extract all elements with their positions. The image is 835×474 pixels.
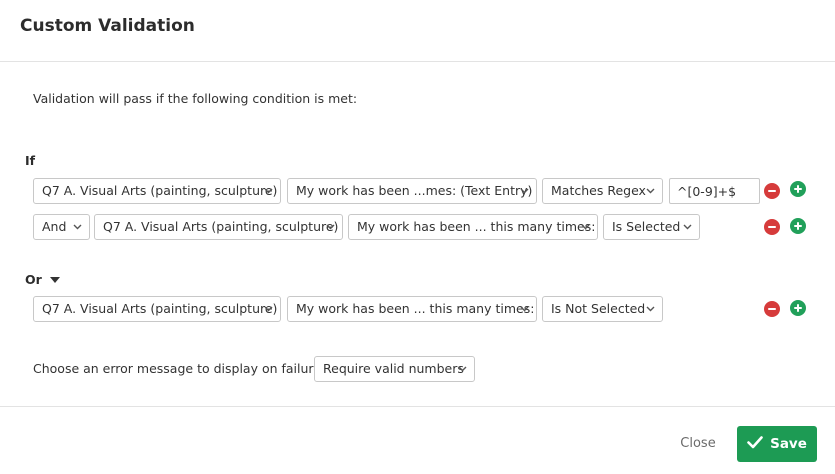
operator-dropdown-label: Is Not Selected [551, 301, 646, 316]
add-condition-icon[interactable] [790, 181, 806, 197]
add-condition-icon[interactable] [790, 218, 806, 234]
field-dropdown[interactable]: My work has been ... this many times: [348, 214, 598, 240]
save-button[interactable]: Save [737, 426, 817, 462]
remove-condition-icon[interactable] [764, 219, 780, 235]
chevron-down-icon [457, 357, 467, 381]
operator-dropdown-label: Is Selected [612, 219, 681, 234]
if-label: If [25, 153, 36, 168]
operator-dropdown-label: Matches Regex [551, 183, 646, 198]
checkmark-icon [747, 435, 763, 453]
field-dropdown-label: My work has been ... this many times: [357, 219, 596, 234]
or-label: Or [25, 272, 42, 287]
chevron-down-icon [263, 297, 273, 321]
dialog-footer: Close Save [0, 406, 835, 474]
chevron-down-icon [682, 215, 692, 239]
field-dropdown[interactable]: My work has been ...mes: (Text Entry) [287, 178, 537, 204]
chevron-down-icon [519, 297, 529, 321]
operator-dropdown[interactable]: Is Not Selected [542, 296, 663, 322]
remove-condition-icon[interactable] [764, 183, 780, 199]
conjunction-dropdown-label: And [42, 219, 67, 234]
chevron-down-icon [580, 215, 590, 239]
or-group-toggle[interactable]: Or [25, 272, 60, 287]
question-dropdown-label: Q7 A. Visual Arts (painting, sculpture) [42, 301, 278, 316]
dialog-title: Custom Validation [20, 16, 195, 36]
question-dropdown-label: Q7 A. Visual Arts (painting, sculpture) [103, 219, 339, 234]
remove-condition-icon[interactable] [764, 301, 780, 317]
chevron-down-icon [645, 179, 655, 203]
error-message-label: Choose an error message to display on fa… [33, 361, 326, 376]
chevron-down-icon [72, 215, 82, 239]
regex-value-input[interactable] [669, 178, 760, 204]
chevron-down-icon [263, 179, 273, 203]
chevron-down-icon [325, 215, 335, 239]
caret-down-icon [49, 276, 60, 283]
question-dropdown[interactable]: Q7 A. Visual Arts (painting, sculpture) [94, 214, 343, 240]
intro-text: Validation will pass if the following co… [33, 91, 358, 106]
error-message-dropdown-label: Require valid numbers [323, 361, 464, 376]
error-message-dropdown[interactable]: Require valid numbers [314, 356, 475, 382]
operator-dropdown[interactable]: Is Selected [603, 214, 700, 240]
field-dropdown[interactable]: My work has been ... this many times: [287, 296, 537, 322]
question-dropdown-label: Q7 A. Visual Arts (painting, sculpture) [42, 183, 278, 198]
question-dropdown[interactable]: Q7 A. Visual Arts (painting, sculpture) [33, 296, 281, 322]
field-dropdown-label: My work has been ... this many times: [296, 301, 535, 316]
question-dropdown[interactable]: Q7 A. Visual Arts (painting, sculpture) [33, 178, 281, 204]
save-button-label: Save [770, 436, 807, 452]
field-dropdown-label: My work has been ...mes: (Text Entry) [296, 183, 533, 198]
add-condition-icon[interactable] [790, 300, 806, 316]
operator-dropdown[interactable]: Matches Regex [542, 178, 663, 204]
chevron-down-icon [519, 179, 529, 203]
conjunction-dropdown[interactable]: And [33, 214, 90, 240]
close-button[interactable]: Close [668, 434, 728, 454]
chevron-down-icon [645, 297, 655, 321]
dialog-header: Custom Validation [0, 0, 835, 62]
